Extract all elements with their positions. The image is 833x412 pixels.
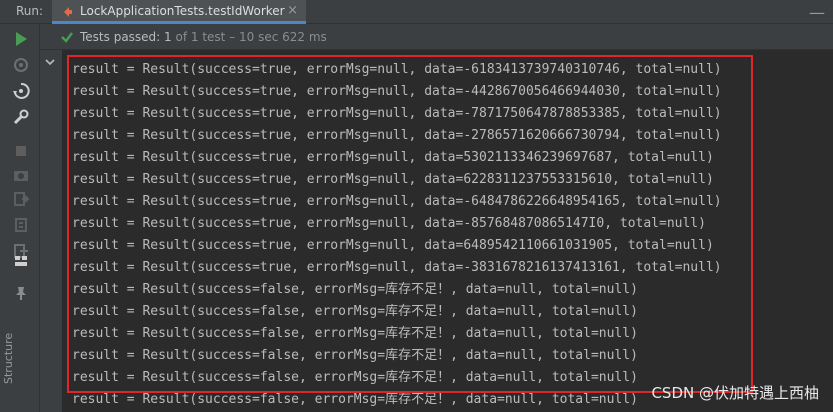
chevron-down-icon[interactable]	[44, 56, 56, 68]
toggle-auto-test-icon[interactable]	[12, 82, 30, 100]
console-line: result = Result(success=true, errorMsg=n…	[72, 260, 722, 275]
tests-passed-count: 1	[164, 30, 172, 44]
export-icon[interactable]	[12, 190, 30, 208]
import-tests-icon[interactable]	[12, 216, 30, 234]
console-line: result = Result(success=true, errorMsg=n…	[72, 150, 714, 165]
console-line: result = Result(success=false, errorMsg=…	[72, 348, 638, 363]
tab-lock-application-tests[interactable]: LockApplicationTests.testIdWorker ×	[52, 0, 306, 24]
test-class-icon	[64, 7, 72, 17]
console-line: result = Result(success=true, errorMsg=n…	[72, 62, 722, 77]
console-line: result = Result(success=true, errorMsg=n…	[72, 128, 722, 143]
rerun-icon[interactable]	[12, 30, 30, 48]
console-line: result = Result(success=false, errorMsg=…	[72, 304, 638, 319]
test-status-bar: Tests passed: 1 of 1 test – 10 sec 622 m…	[40, 24, 833, 50]
console-line: result = Result(success=true, errorMsg=n…	[72, 194, 722, 209]
rerun-failed-icon[interactable]	[12, 56, 30, 74]
layout-icon[interactable]	[12, 252, 30, 270]
console-line: result = Result(success=false, errorMsg=…	[72, 392, 638, 407]
structure-tool-label[interactable]: Structure	[2, 324, 15, 384]
tests-passed-label: Tests passed:	[80, 30, 161, 44]
camera-icon[interactable]	[12, 166, 30, 184]
console-line: result = Result(success=false, errorMsg=…	[72, 370, 638, 385]
console-output[interactable]: result = Result(success=true, errorMsg=n…	[62, 50, 833, 412]
console-line: result = Result(success=true, errorMsg=n…	[72, 216, 706, 231]
console-line: result = Result(success=true, errorMsg=n…	[72, 106, 722, 121]
pin-icon[interactable]	[12, 284, 30, 302]
check-icon	[61, 32, 73, 43]
tab-title: LockApplicationTests.testIdWorker	[80, 4, 285, 18]
console-line: result = Result(success=true, errorMsg=n…	[72, 238, 714, 253]
run-toolbar: Structure	[0, 24, 40, 412]
tests-detail: of 1 test – 10 sec 622 ms	[175, 30, 327, 44]
stop-icon[interactable]	[12, 142, 30, 160]
settings-wrench-icon[interactable]	[12, 108, 30, 126]
run-tab-bar: Run: LockApplicationTests.testIdWorker ×…	[0, 0, 833, 24]
test-tree-column	[40, 50, 62, 412]
close-tab-icon[interactable]: ×	[287, 3, 298, 18]
console-line: result = Result(success=false, errorMsg=…	[72, 326, 638, 341]
console-line: result = Result(success=true, errorMsg=n…	[72, 84, 722, 99]
hide-panel-icon[interactable]: —	[809, 3, 825, 22]
run-label: Run:	[16, 4, 44, 18]
csdn-watermark: CSDN @伏加特遇上西柚	[651, 384, 819, 402]
console-line: result = Result(success=false, errorMsg=…	[72, 282, 638, 297]
console-line: result = Result(success=true, errorMsg=n…	[72, 172, 714, 187]
test-status-text: Tests passed: 1 of 1 test – 10 sec 622 m…	[80, 30, 327, 44]
